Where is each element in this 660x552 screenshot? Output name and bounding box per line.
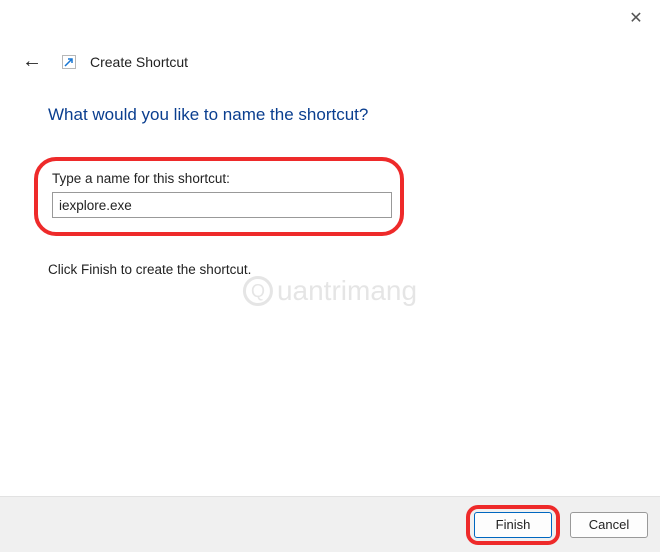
watermark: Q uantrimang (243, 275, 417, 307)
watermark-text: uantrimang (277, 275, 417, 307)
instruction-text: Click Finish to create the shortcut. (48, 262, 612, 277)
finish-button-highlight: Finish (466, 505, 560, 545)
back-arrow-icon[interactable]: ← (18, 48, 46, 75)
name-input-label: Type a name for this shortcut: (52, 171, 386, 186)
finish-button[interactable]: Finish (474, 512, 552, 538)
create-shortcut-wizard: ✕ ← Create Shortcut What would you like … (0, 0, 660, 552)
wizard-content: What would you like to name the shortcut… (0, 75, 660, 277)
wizard-header: ← Create Shortcut (0, 0, 660, 75)
shortcut-overlay-icon (62, 55, 76, 69)
cancel-button[interactable]: Cancel (570, 512, 648, 538)
close-icon[interactable]: ✕ (628, 10, 644, 26)
watermark-q-icon: Q (243, 276, 273, 306)
button-bar: Finish Cancel (0, 496, 660, 552)
name-input-highlight: Type a name for this shortcut: (34, 157, 404, 236)
shortcut-name-input[interactable] (52, 192, 392, 218)
page-heading: What would you like to name the shortcut… (48, 105, 612, 125)
wizard-title: Create Shortcut (90, 54, 188, 70)
